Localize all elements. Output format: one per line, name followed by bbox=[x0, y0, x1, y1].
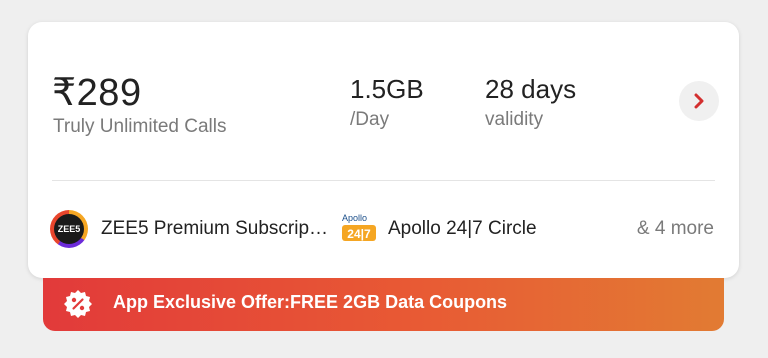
percent-badge-icon bbox=[64, 290, 92, 318]
plan-subtitle: Truly Unlimited Calls bbox=[53, 116, 227, 137]
benefit-zee5-label: ZEE5 Premium Subscription bbox=[101, 218, 333, 239]
data-value: 1.5GB bbox=[350, 74, 424, 104]
plan-price: ₹289 bbox=[52, 72, 142, 114]
svg-text:24|7: 24|7 bbox=[347, 227, 371, 241]
zee5-logo-icon: ZEE5 bbox=[50, 210, 88, 248]
offer-banner[interactable]: App Exclusive Offer:FREE 2GB Data Coupon… bbox=[43, 278, 724, 331]
svg-text:Apollo: Apollo bbox=[342, 213, 367, 223]
chevron-right-icon bbox=[694, 93, 704, 109]
divider bbox=[52, 180, 715, 181]
offer-text: App Exclusive Offer:FREE 2GB Data Coupon… bbox=[113, 292, 508, 312]
data-period: /Day bbox=[350, 109, 390, 130]
apollo-logo-icon: Apollo 24|7 bbox=[342, 213, 376, 241]
more-benefits-link[interactable]: & 4 more bbox=[637, 218, 714, 240]
plan-details-button[interactable] bbox=[679, 81, 719, 121]
validity-value: 28 days bbox=[485, 74, 577, 104]
benefit-apollo-label: Apollo 24|7 Circle bbox=[388, 218, 537, 239]
plan-card[interactable]: ₹289 Truly Unlimited Calls 1.5GB /Day 28… bbox=[28, 22, 739, 278]
validity-label: validity bbox=[485, 109, 544, 130]
